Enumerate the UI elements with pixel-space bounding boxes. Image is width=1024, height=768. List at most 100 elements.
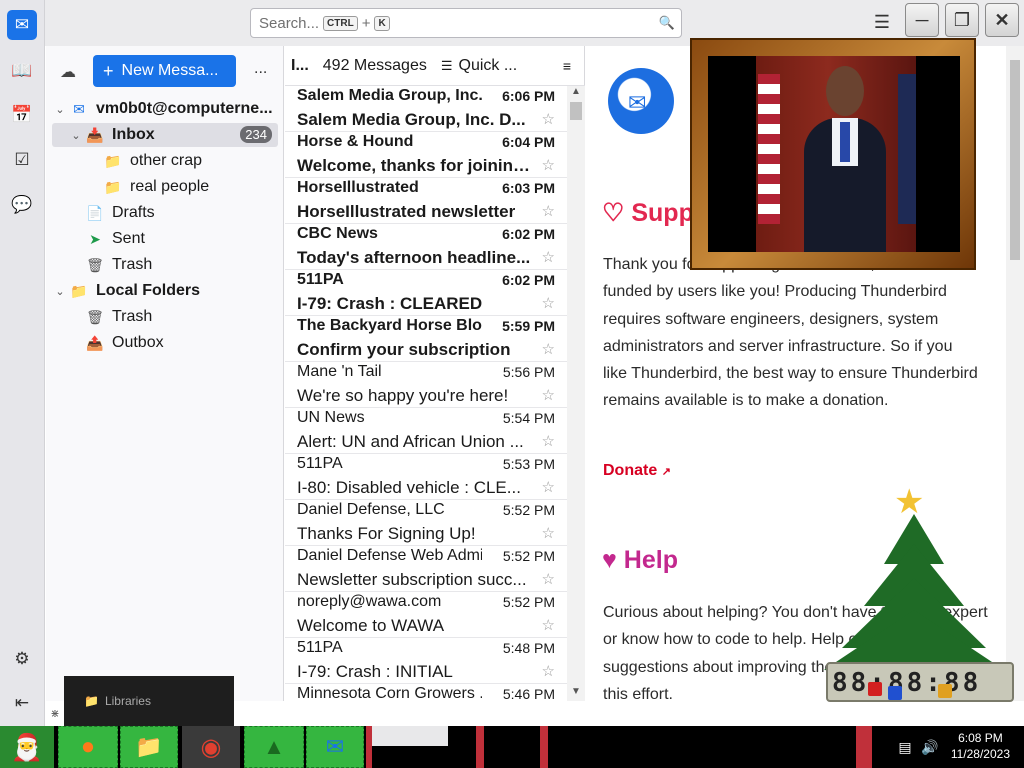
minimize-button[interactable]: ─ bbox=[905, 3, 939, 37]
local-folders-icon: 📁 bbox=[70, 282, 88, 299]
folder-label: Inbox bbox=[112, 126, 155, 143]
content-scroll-thumb[interactable] bbox=[1010, 60, 1020, 260]
folder-sent[interactable]: ➤ Sent bbox=[52, 227, 278, 251]
sent-icon: ➤ bbox=[89, 230, 101, 247]
star-icon[interactable]: ☆ bbox=[542, 340, 555, 358]
message-list-header: I... 492 Messages ☰ Quick ... ≡ bbox=[285, 46, 585, 86]
message-row[interactable]: 511PA 5:48 PM I-79: Crash : INITIAL ☆ bbox=[285, 638, 567, 684]
thunderbird-taskbar-icon[interactable]: ✉ bbox=[306, 726, 364, 768]
search-icon[interactable]: 🔍 bbox=[659, 15, 675, 31]
message-row[interactable]: Mane 'n Tail 5:56 PM We're so happy you're… bbox=[285, 362, 567, 408]
star-icon[interactable]: ☆ bbox=[542, 110, 555, 128]
message-row[interactable]: Salem Media Group, Inc. 6:06 PM Salem Medi… bbox=[285, 86, 567, 132]
scroll-down-icon[interactable]: ▼ bbox=[567, 686, 585, 700]
message-subject: I-79: Crash : CLEARED bbox=[297, 294, 483, 313]
star-icon[interactable]: ☆ bbox=[542, 294, 555, 312]
folder-icon: 📁 bbox=[84, 694, 99, 708]
network-icon[interactable]: ▤ bbox=[890, 726, 920, 768]
taskbar: 🎅 ● 📁 ◉ ▲ ✉ ▤ 🔊 6:08 PM 11/28/2023 bbox=[0, 726, 1024, 768]
list-options-icon[interactable]: ≡ bbox=[563, 58, 571, 74]
restore-button[interactable]: ❐ bbox=[945, 3, 979, 37]
message-sender: HorseIllustrated bbox=[297, 179, 419, 196]
collapse-icon[interactable]: ⇤ bbox=[7, 688, 37, 718]
christmas-tree-app-icon[interactable]: ▲ bbox=[244, 726, 304, 768]
firefox-icon[interactable]: ● bbox=[58, 726, 118, 768]
local-folders-row[interactable]: ⌄ 📁 Local Folders bbox=[52, 279, 278, 303]
volume-icon[interactable]: 🔊 bbox=[920, 726, 940, 768]
star-icon[interactable]: ☆ bbox=[542, 524, 555, 542]
start-santa-icon[interactable]: 🎅 bbox=[0, 726, 54, 768]
tree-tier bbox=[824, 610, 1004, 670]
folder-outbox[interactable]: 📤 Outbox bbox=[52, 331, 278, 355]
message-subject: I-79: Crash : INITIAL bbox=[297, 662, 453, 681]
calendar-icon[interactable]: 📅 bbox=[7, 100, 37, 130]
star-icon[interactable]: ☆ bbox=[542, 616, 555, 634]
message-row[interactable]: Horse & Hound 6:04 PM Welcome, thanks for … bbox=[285, 132, 567, 178]
message-row[interactable]: 511PA 5:53 PM I-80: Disabled vehicle : CLE… bbox=[285, 454, 567, 500]
folder-real-people[interactable]: 📁 real people bbox=[52, 175, 278, 199]
message-list-scrollbar[interactable] bbox=[567, 86, 585, 701]
message-row[interactable]: UN News 5:54 PM Alert: UN and African Unio… bbox=[285, 408, 567, 454]
chevron-down-icon[interactable]: ⌄ bbox=[52, 103, 68, 116]
message-row[interactable]: Daniel Defense Web Admin 5:52 PM Newslette… bbox=[285, 546, 567, 592]
system-clock[interactable]: 6:08 PM 11/28/2023 bbox=[951, 730, 1010, 762]
shortcut-key: K bbox=[374, 15, 390, 31]
settings-gear-icon[interactable]: ⚙ bbox=[7, 644, 37, 674]
message-row[interactable]: HorseIllustrated 6:03 PM HorseIllustrated … bbox=[285, 178, 567, 224]
message-sender: UN News bbox=[297, 409, 365, 426]
scroll-thumb[interactable] bbox=[570, 102, 582, 120]
message-subject: HorseIllustrated newsletter bbox=[297, 202, 516, 221]
star-icon[interactable]: ☆ bbox=[542, 156, 555, 174]
star-icon[interactable]: ☆ bbox=[542, 386, 555, 404]
folder-local-trash[interactable]: 🗑 Trash bbox=[52, 305, 278, 329]
tasks-icon[interactable]: ☑ bbox=[7, 145, 37, 175]
account-row[interactable]: ⌄ ✉ vm0b0t@computerne... bbox=[52, 97, 278, 121]
message-time: 5:56 PM bbox=[502, 364, 555, 380]
star-icon[interactable]: ☆ bbox=[542, 432, 555, 450]
close-button[interactable]: ✕ bbox=[985, 3, 1019, 37]
folder-drafts[interactable]: 📄 Drafts bbox=[52, 201, 278, 225]
chrome-icon[interactable]: ◉ bbox=[182, 726, 240, 768]
chevron-down-icon[interactable]: ⌄ bbox=[68, 129, 84, 142]
chat-icon[interactable]: 💬 bbox=[7, 190, 37, 220]
folder-trash[interactable]: 🗑 Trash bbox=[52, 253, 278, 277]
search-input[interactable]: Search... CTRL + K 🔍 bbox=[250, 8, 682, 38]
message-time: 5:46 PM bbox=[502, 686, 555, 702]
message-row[interactable]: Daniel Defense, LLC 5:52 PM Thanks For Sig… bbox=[285, 500, 567, 546]
mail-icon[interactable]: ✉ bbox=[7, 10, 37, 40]
star-icon[interactable]: ☆ bbox=[542, 478, 555, 496]
head-shape bbox=[826, 66, 864, 116]
shortcut-plus: + bbox=[361, 14, 371, 32]
folder-inbox[interactable]: ⌄ 📥 Inbox 234 bbox=[52, 123, 278, 147]
chevron-down-icon[interactable]: ⌄ bbox=[52, 285, 68, 298]
message-row[interactable]: The Backyard Horse Blog 5:59 PM Confirm yo… bbox=[285, 316, 567, 362]
message-time: 6:02 PM bbox=[502, 272, 555, 288]
scroll-up-icon[interactable]: ▲ bbox=[567, 86, 585, 100]
message-row[interactable]: CBC News 6:02 PM Today's afternoon headlin… bbox=[285, 224, 567, 270]
message-subject: Newsletter subscription succ... bbox=[297, 570, 527, 589]
clock-date: 11/28/2023 bbox=[950, 747, 1010, 761]
message-sender: noreply@wawa.com bbox=[297, 593, 442, 610]
star-icon[interactable]: ☆ bbox=[542, 662, 555, 680]
more-options-icon[interactable]: ... bbox=[254, 60, 267, 78]
libraries-thumbnail[interactable]: 📁 Libraries bbox=[64, 676, 234, 726]
message-sender: 511PA bbox=[297, 455, 343, 472]
file-explorer-icon[interactable]: 📁 bbox=[120, 726, 178, 768]
star-icon[interactable]: ☆ bbox=[542, 248, 555, 266]
column-header[interactable]: I... bbox=[291, 57, 309, 75]
new-message-button[interactable]: + New Messa... bbox=[93, 55, 236, 87]
quick-filter-icon[interactable]: ☰ bbox=[441, 58, 453, 74]
folder-other-crap[interactable]: 📁 other crap bbox=[52, 149, 278, 173]
message-row[interactable]: noreply@wawa.com 5:52 PM Welcome to WAWA ☆ bbox=[285, 592, 567, 638]
taskbar-window-thumb[interactable] bbox=[372, 726, 448, 746]
app-menu-icon[interactable]: ☰ bbox=[870, 10, 894, 34]
star-icon[interactable]: ☆ bbox=[542, 202, 555, 220]
get-messages-icon[interactable]: ☁ bbox=[60, 62, 76, 82]
message-row[interactable]: 511PA 6:02 PM I-79: Crash : CLEARED ☆ bbox=[285, 270, 567, 316]
quick-filter-button[interactable]: Quick ... bbox=[459, 57, 518, 75]
flag-icon bbox=[898, 74, 916, 224]
address-book-icon[interactable]: 📖 bbox=[7, 56, 37, 86]
message-row[interactable]: Minnesota Corn Growers ... 5:46 PM bbox=[285, 684, 567, 730]
donate-link[interactable]: Donate ↗ bbox=[603, 462, 671, 480]
star-icon[interactable]: ☆ bbox=[542, 570, 555, 588]
